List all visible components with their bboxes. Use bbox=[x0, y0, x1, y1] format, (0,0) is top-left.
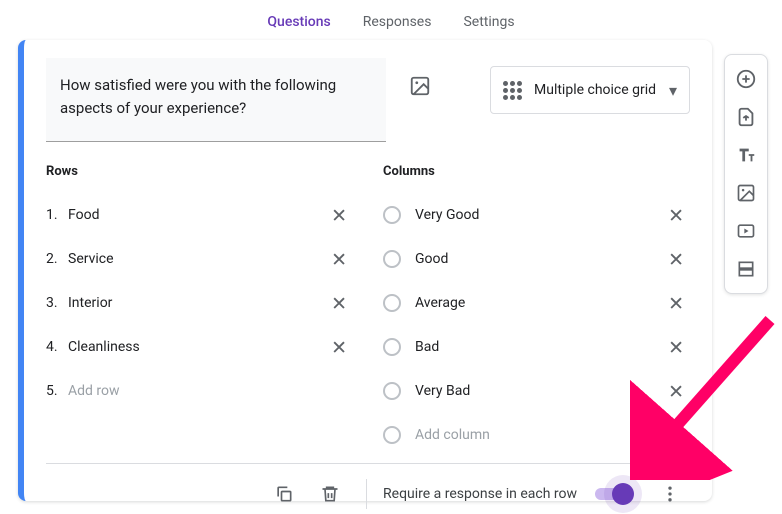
import-questions-button[interactable] bbox=[728, 99, 764, 135]
duplicate-button[interactable] bbox=[264, 474, 304, 514]
column-item: Very Bad✕ bbox=[383, 369, 690, 413]
column-input[interactable]: Bad bbox=[415, 339, 662, 355]
plus-circle-icon bbox=[735, 68, 757, 90]
question-type-label: Multiple choice grid bbox=[534, 82, 656, 98]
add-image-button[interactable] bbox=[402, 68, 438, 104]
text-icon bbox=[735, 144, 757, 166]
image-icon bbox=[736, 183, 756, 203]
rows-column: Rows 1.Food✕ 2.Service✕ 3.Interior✕ 4.Cl… bbox=[46, 164, 353, 457]
more-vert-icon bbox=[660, 484, 680, 504]
tab-bar: Questions Responses Settings bbox=[0, 0, 782, 43]
tab-responses[interactable]: Responses bbox=[347, 4, 448, 43]
side-toolbar bbox=[724, 54, 768, 294]
row-item: 3.Interior✕ bbox=[46, 281, 353, 325]
grid-icon bbox=[503, 81, 522, 100]
add-column-label: Add column bbox=[415, 427, 690, 443]
remove-column-button[interactable]: ✕ bbox=[662, 198, 690, 233]
image-icon bbox=[409, 75, 431, 97]
column-input[interactable]: Very Good bbox=[415, 207, 662, 223]
row-input[interactable]: Food bbox=[68, 207, 325, 223]
column-item: Average✕ bbox=[383, 281, 690, 325]
tab-questions[interactable]: Questions bbox=[251, 4, 346, 43]
row-item: 2.Service✕ bbox=[46, 237, 353, 281]
add-row-label: Add row bbox=[68, 383, 353, 399]
remove-column-button[interactable]: ✕ bbox=[662, 374, 690, 409]
remove-row-button[interactable]: ✕ bbox=[325, 330, 353, 365]
question-card: How satisfied were you with the followin… bbox=[18, 40, 712, 501]
columns-header: Columns bbox=[383, 164, 690, 179]
tab-settings[interactable]: Settings bbox=[447, 4, 530, 43]
row-item: 1.Food✕ bbox=[46, 193, 353, 237]
trash-icon bbox=[320, 484, 340, 504]
require-toggle[interactable] bbox=[595, 483, 632, 505]
question-type-select[interactable]: Multiple choice grid ▾ bbox=[490, 66, 690, 114]
row-input[interactable]: Interior bbox=[68, 295, 325, 311]
add-image-rail-button[interactable] bbox=[728, 175, 764, 211]
copy-icon bbox=[274, 484, 294, 504]
remove-column-button[interactable]: ✕ bbox=[662, 242, 690, 277]
add-column[interactable]: Add column bbox=[383, 413, 690, 457]
remove-column-button[interactable]: ✕ bbox=[662, 286, 690, 321]
radio-icon bbox=[383, 206, 401, 224]
column-input[interactable]: Good bbox=[415, 251, 662, 267]
add-row[interactable]: 5.Add row bbox=[46, 369, 353, 413]
more-options-button[interactable] bbox=[650, 474, 690, 514]
radio-icon bbox=[383, 426, 401, 444]
add-title-button[interactable] bbox=[728, 137, 764, 173]
row-input[interactable]: Service bbox=[68, 251, 325, 267]
columns-column: Columns Very Good✕ Good✕ Average✕ Bad✕ V… bbox=[383, 164, 690, 457]
remove-column-button[interactable]: ✕ bbox=[662, 330, 690, 365]
column-item: Bad✕ bbox=[383, 325, 690, 369]
import-icon bbox=[735, 106, 757, 128]
remove-row-button[interactable]: ✕ bbox=[325, 198, 353, 233]
radio-icon bbox=[383, 250, 401, 268]
question-footer: Require a response in each row bbox=[46, 463, 690, 514]
column-item: Good✕ bbox=[383, 237, 690, 281]
remove-row-button[interactable]: ✕ bbox=[325, 242, 353, 277]
row-input[interactable]: Cleanliness bbox=[68, 339, 325, 355]
delete-button[interactable] bbox=[310, 474, 350, 514]
require-label: Require a response in each row bbox=[383, 486, 577, 502]
section-icon bbox=[736, 259, 756, 279]
column-input[interactable]: Average bbox=[415, 295, 662, 311]
remove-row-button[interactable]: ✕ bbox=[325, 286, 353, 321]
chevron-down-icon: ▾ bbox=[669, 81, 677, 100]
video-icon bbox=[736, 221, 756, 241]
column-item: Very Good✕ bbox=[383, 193, 690, 237]
radio-icon bbox=[383, 338, 401, 356]
radio-icon bbox=[383, 294, 401, 312]
divider bbox=[366, 479, 367, 509]
column-input[interactable]: Very Bad bbox=[415, 383, 662, 399]
add-section-button[interactable] bbox=[728, 251, 764, 287]
question-text-input[interactable]: How satisfied were you with the followin… bbox=[46, 58, 386, 142]
rows-header: Rows bbox=[46, 164, 353, 179]
add-question-button[interactable] bbox=[728, 61, 764, 97]
radio-icon bbox=[383, 382, 401, 400]
add-video-button[interactable] bbox=[728, 213, 764, 249]
row-item: 4.Cleanliness✕ bbox=[46, 325, 353, 369]
